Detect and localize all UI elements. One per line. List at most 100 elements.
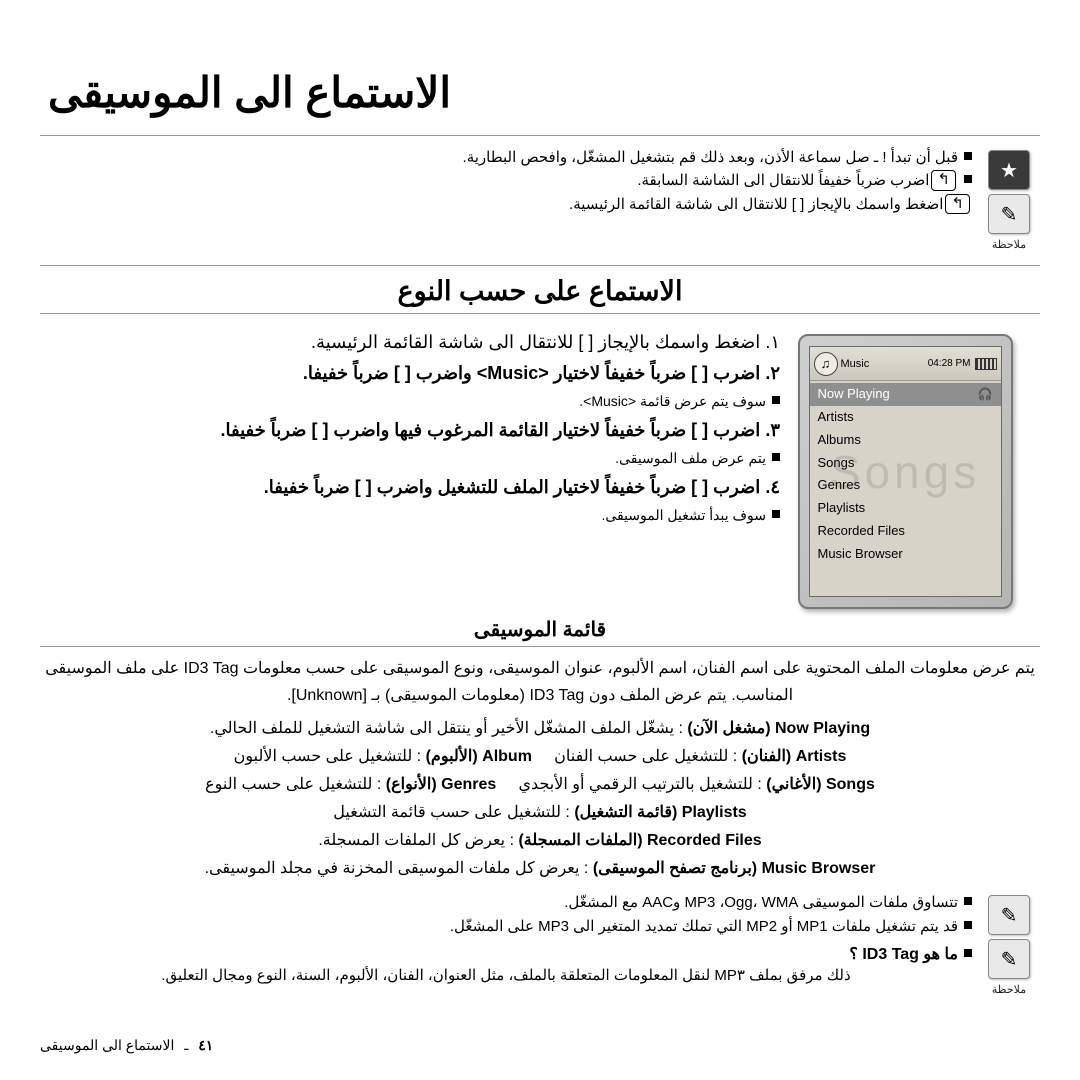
screen-statusbar: ♫ Music 04:28 PM xyxy=(809,347,1001,381)
bottom-note-icons: ✎ ✎ ملاحظة xyxy=(978,891,1040,996)
top-note-block: ★ ✎ ملاحظة قبل أن تبدأ ! ـ صل سماعة الأذ… xyxy=(40,146,1040,251)
menu-item-label: Recorded Files xyxy=(817,523,905,539)
bullet-icon xyxy=(772,452,780,461)
step-3: ٣. اضرب [ ] ضرباً خفيفاً لاختيار القائمة… xyxy=(44,416,780,445)
top-note-icons: ★ ✎ ملاحظة xyxy=(978,146,1040,251)
screen-menu-item-artists[interactable]: Artists xyxy=(810,406,1001,429)
bullet-icon xyxy=(964,897,972,906)
definition-term-ar: (مشغل الآن) xyxy=(687,720,771,738)
return-key-icon: ↰ xyxy=(931,170,956,191)
page-title: الاستماع الى الموسيقى xyxy=(48,69,451,116)
step-4-text: اضرب [ ] ضرباً خفيفاً لاختيار الملف للتش… xyxy=(263,477,761,498)
screen-logo-label: Music xyxy=(840,357,870,370)
definition-term-2: Genres xyxy=(441,776,497,794)
bottom-note-block: ✎ ✎ ملاحظة تتساوق ملفات الموسيقى MP3 ،Og… xyxy=(40,891,1040,996)
definition-term: Recorded Files xyxy=(646,832,762,850)
section-title: الاستماع على حسب النوع xyxy=(397,276,683,306)
bullet-icon xyxy=(772,395,780,404)
definition-desc: : يعرض كل ملفات الموسيقى المخزنة في مجلد… xyxy=(204,860,589,878)
step-4: ٤. اضرب [ ] ضرباً خفيفاً لاختيار الملف ل… xyxy=(44,473,780,502)
definition-term-ar: (برنامج تصفح الموسيقى) xyxy=(592,860,758,878)
document-page: الاستماع الى الموسيقى ★ ✎ ملاحظة قبل أن … xyxy=(0,0,1080,1080)
bottom-note-line-1: تتساوق ملفات الموسيقى MP3 ،Ogg، WMA وAAC… xyxy=(40,891,972,914)
definition-term: Artists xyxy=(795,748,847,766)
menu-item-label: Playlists xyxy=(817,500,866,516)
divider-music-list xyxy=(40,646,1040,647)
screen-menu-item-songs[interactable]: Songs xyxy=(810,452,1001,475)
step-2-sub: سوف يتم عرض قائمة <Music>. xyxy=(44,390,780,412)
top-note-lines: قبل أن تبدأ ! ـ صل سماعة الأذن، وبعد ذلك… xyxy=(40,146,978,216)
divider-top xyxy=(40,135,1040,136)
top-note-line-1: قبل أن تبدأ ! ـ صل سماعة الأذن، وبعد ذلك… xyxy=(40,146,972,169)
step-1-number: ١. xyxy=(765,332,780,352)
question-answer: ذلك مرفق بملف MP٣ لنقل المعلومات المتعلق… xyxy=(161,966,851,984)
device-column: Songs ♫ Music 04:28 PM Now Playing 🎧 Art… xyxy=(780,328,1040,609)
music-list-paragraph: يتم عرض معلومات الملف المحتوية على اسم ا… xyxy=(45,660,1035,705)
screen-logo: ♫ Music xyxy=(813,351,870,376)
screen-menu-item-music-browser[interactable]: Music Browser xyxy=(810,543,1001,566)
screen-menu-item-recorded-files[interactable]: Recorded Files xyxy=(810,520,1001,543)
definition-desc: : يشغّل الملف المشغّل الأخير أو ينتقل ال… xyxy=(209,720,683,738)
definition-term: Playlists xyxy=(681,804,747,822)
definition-term-ar: (قائمة التشغيل) xyxy=(574,804,678,822)
definition-recorded-files: Recorded Files (الملفات المسجلة) : يعرض … xyxy=(40,827,1040,855)
definition-desc: : للتشغيل على حسب الفنان xyxy=(554,748,738,766)
definition-desc-2: : للتشغيل على حسب النوع xyxy=(205,776,382,794)
screen-clock: 04:28 PM xyxy=(927,357,997,370)
definition-term-2: Album xyxy=(482,748,532,766)
star-icon: ★ xyxy=(988,150,1030,190)
step-2-number: ٢. xyxy=(765,362,780,383)
menu-item-label: Genres xyxy=(817,477,861,493)
question-title: ما هو ID3 Tag ؟ xyxy=(40,944,972,964)
step-1-text: اضغط واسمك بالإيجاز [ ] للانتقال الى شاش… xyxy=(311,332,761,352)
screen-menu-item-genres[interactable]: Genres xyxy=(810,474,1001,497)
definition-playlists: Playlists (قائمة التشغيل) : للتشغيل على … xyxy=(40,799,1040,827)
top-note-line-2: ↰اضرب ضرباً خفيفاً للانتقال الى الشاشة ا… xyxy=(40,169,972,192)
divider-section-bottom xyxy=(40,313,1040,314)
definition-term-ar-2: (الأنواع) xyxy=(385,776,437,794)
steps-column: ١. اضغط واسمك بالإيجاز [ ] للانتقال الى … xyxy=(40,328,780,530)
menu-item-label: Artists xyxy=(817,408,854,424)
screen-menu-list: Now Playing 🎧 Artists Albums Songs Genre… xyxy=(809,381,1001,568)
bullet-icon xyxy=(964,152,972,160)
definition-term-ar-2: (الألبوم) xyxy=(425,748,478,766)
screen-menu-item-playlists[interactable]: Playlists xyxy=(810,497,1001,520)
mp3-player-illustration: Songs ♫ Music 04:28 PM Now Playing 🎧 Art… xyxy=(797,334,1013,609)
definition-desc: : للتشغيل بالترتيب الرقمي أو الأبجدي xyxy=(518,776,762,794)
menu-item-label: Music Browser xyxy=(817,545,903,561)
definition-now-playing: Now Playing (مشغل الآن) : يشغّل الملف ال… xyxy=(40,715,1040,743)
page-number: ٤١ xyxy=(198,1037,214,1053)
definition-music-browser: Music Browser (برنامج تصفح الموسيقى) : ي… xyxy=(40,855,1040,883)
music-note-icon: ♫ xyxy=(813,351,838,376)
step-3-sub: يتم عرض ملف الموسيقى. xyxy=(44,447,780,469)
menu-item-label: Now Playing xyxy=(817,386,890,401)
step-4-sub: سوف يبدأ تشغيل الموسيقى. xyxy=(44,504,780,526)
clock-label: 04:28 PM xyxy=(927,358,971,369)
definition-term-ar: (الملفات المسجلة) xyxy=(518,832,643,850)
screen-menu-item-now-playing[interactable]: Now Playing 🎧 xyxy=(809,383,1001,406)
bullet-icon xyxy=(964,920,972,929)
definition-desc: : للتشغيل على حسب قائمة التشغيل xyxy=(333,804,570,822)
definition-term-ar: (الفنان) xyxy=(741,748,792,766)
definition-list: Now Playing (مشغل الآن) : يشغّل الملف ال… xyxy=(40,715,1040,883)
footer-label: الاستماع الى الموسيقى xyxy=(40,1037,175,1053)
screen-menu-item-albums[interactable]: Albums xyxy=(810,429,1001,452)
battery-icon xyxy=(974,357,997,370)
definition-desc-2: : للتشغيل على حسب الألبون xyxy=(233,748,422,766)
definition-artists-album: Artists (الفنان) : للتشغيل على حسب الفنا… xyxy=(40,743,1040,771)
bottom-note-line-2: قد يتم تشغيل ملفات MP1 أو MP2 التي تملك … xyxy=(40,915,972,938)
menu-item-label: Songs xyxy=(817,454,855,470)
bullet-icon xyxy=(772,509,780,518)
definition-term: Songs xyxy=(825,776,875,794)
top-note-line-3: ↰اضغط واسمك بالإيجاز [ ] للانتقال الى شا… xyxy=(40,193,972,216)
footer: ٤١ ـ الاستماع الى الموسيقى xyxy=(40,1037,213,1054)
definition-songs-genres: Songs (الأغاني) : للتشغيل بالترتيب الرقم… xyxy=(40,771,1040,799)
menu-item-label: Albums xyxy=(817,431,861,447)
bottom-note-lines: تتساوق ملفات الموسيقى MP3 ،Ogg، WMA وAAC… xyxy=(40,891,978,988)
step-2-text: اضرب [ ] ضرباً خفيفاً لاختيار <Music> وا… xyxy=(302,362,761,383)
definition-term-ar: (الأغاني) xyxy=(766,776,822,794)
headphones-icon: 🎧 xyxy=(977,386,993,401)
footer-dash: ـ xyxy=(184,1037,189,1053)
bottom-note-caption: ملاحظة xyxy=(991,984,1027,997)
device-screen: Songs ♫ Music 04:28 PM Now Playing 🎧 Art… xyxy=(808,346,1002,597)
